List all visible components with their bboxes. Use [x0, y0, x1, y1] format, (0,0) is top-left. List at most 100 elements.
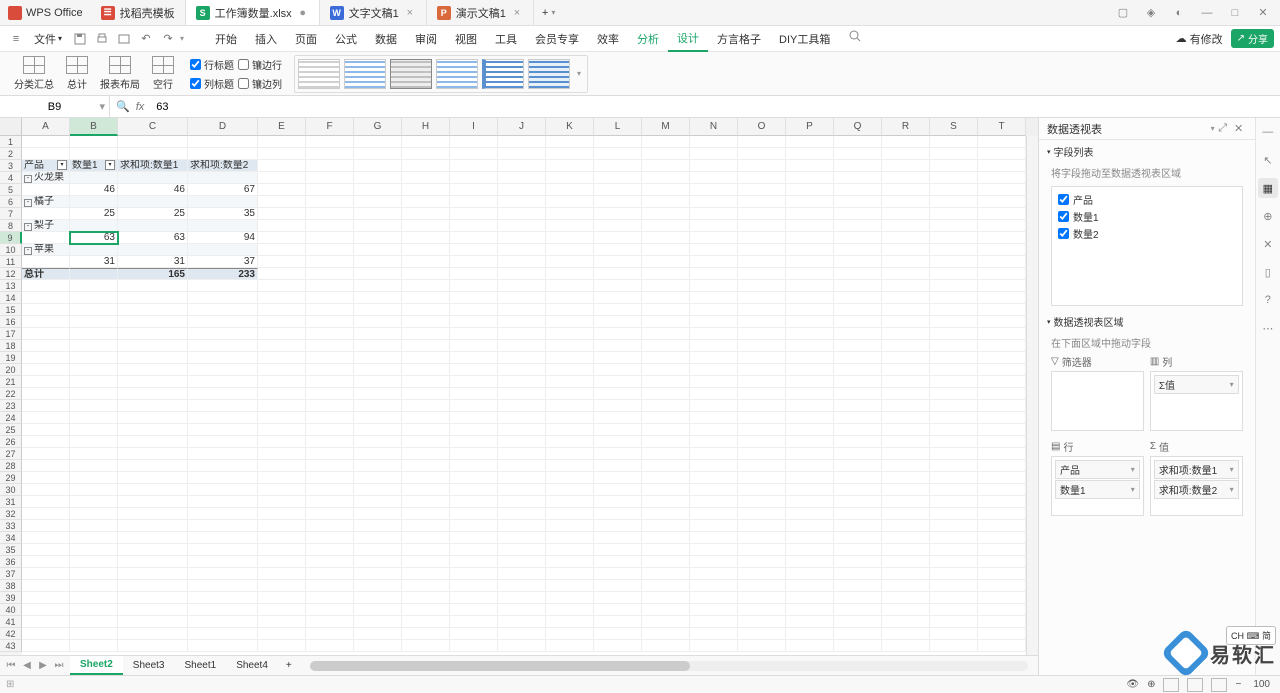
cell[interactable] [882, 628, 930, 640]
cell[interactable] [22, 256, 70, 268]
cell[interactable] [642, 388, 690, 400]
cell[interactable] [594, 160, 642, 172]
cell[interactable] [882, 376, 930, 388]
cell[interactable] [738, 268, 786, 280]
cell[interactable] [786, 520, 834, 532]
cell[interactable] [402, 148, 450, 160]
cell[interactable] [258, 604, 306, 616]
cell[interactable] [354, 280, 402, 292]
cell[interactable] [188, 280, 258, 292]
cell[interactable] [786, 604, 834, 616]
cell[interactable] [786, 400, 834, 412]
cell[interactable] [930, 280, 978, 292]
cell[interactable] [834, 520, 882, 532]
cell[interactable] [22, 544, 70, 556]
cell[interactable] [642, 196, 690, 208]
cell[interactable] [70, 220, 118, 232]
cell[interactable] [450, 304, 498, 316]
undo-icon[interactable]: ↶ [136, 29, 156, 49]
cell[interactable] [450, 472, 498, 484]
cell[interactable] [450, 448, 498, 460]
cell[interactable] [690, 268, 738, 280]
cell[interactable] [118, 616, 188, 628]
cell[interactable] [690, 460, 738, 472]
cell[interactable] [498, 592, 546, 604]
cell[interactable] [22, 616, 70, 628]
cell[interactable] [978, 268, 1026, 280]
col-header-H[interactable]: H [402, 118, 450, 136]
cells-grid[interactable]: 产品▾数量1▾求和项:数量1求和项:数量2-火龙果464667-橘子252535… [22, 136, 1026, 655]
cell[interactable] [594, 232, 642, 244]
cell[interactable] [930, 172, 978, 184]
cell[interactable] [834, 136, 882, 148]
cell[interactable] [306, 220, 354, 232]
cell[interactable] [690, 364, 738, 376]
cell[interactable] [70, 640, 118, 652]
tab-template[interactable]: ☰ 找稻壳模板 [91, 0, 186, 25]
layout-icon[interactable]: ▢ [1114, 4, 1132, 22]
cell[interactable] [882, 592, 930, 604]
cell[interactable] [258, 160, 306, 172]
cell[interactable] [498, 184, 546, 196]
col-header-checkbox[interactable]: 列标题 [190, 76, 234, 91]
menu-efficiency[interactable]: 效率 [588, 26, 628, 52]
cell[interactable] [594, 196, 642, 208]
cell[interactable] [402, 388, 450, 400]
cell[interactable] [930, 556, 978, 568]
cell[interactable] [738, 532, 786, 544]
cell[interactable] [690, 508, 738, 520]
cell[interactable] [22, 592, 70, 604]
cell[interactable] [188, 520, 258, 532]
cell[interactable] [402, 196, 450, 208]
search-icon[interactable] [845, 26, 865, 46]
cell[interactable] [786, 532, 834, 544]
cell[interactable] [786, 448, 834, 460]
row-header[interactable]: 18 [0, 340, 22, 352]
cell[interactable] [22, 316, 70, 328]
cell[interactable] [188, 220, 258, 232]
cell[interactable] [450, 280, 498, 292]
cell[interactable] [642, 448, 690, 460]
cell[interactable] [738, 136, 786, 148]
link-icon[interactable]: ⊕ [1258, 206, 1278, 226]
cell[interactable] [930, 340, 978, 352]
cell[interactable] [594, 388, 642, 400]
cell[interactable] [546, 436, 594, 448]
row-header[interactable]: 34 [0, 532, 22, 544]
cell[interactable] [594, 304, 642, 316]
cell[interactable] [22, 628, 70, 640]
cell[interactable] [402, 448, 450, 460]
cell[interactable] [450, 520, 498, 532]
cell[interactable] [258, 256, 306, 268]
menu-page[interactable]: 页面 [286, 26, 326, 52]
cell[interactable] [258, 472, 306, 484]
selected-cell[interactable]: 63 [70, 232, 118, 244]
cell[interactable] [978, 292, 1026, 304]
cell[interactable] [738, 220, 786, 232]
cell[interactable] [690, 640, 738, 652]
row-header[interactable]: 23 [0, 400, 22, 412]
cell[interactable] [834, 484, 882, 496]
cell[interactable] [22, 520, 70, 532]
cell[interactable] [882, 400, 930, 412]
col-header-E[interactable]: E [258, 118, 306, 136]
cell[interactable] [594, 436, 642, 448]
cell[interactable] [930, 136, 978, 148]
col-header-K[interactable]: K [546, 118, 594, 136]
close-panel-icon[interactable]: ✕ [1231, 122, 1247, 135]
cell[interactable] [978, 184, 1026, 196]
cell[interactable] [402, 520, 450, 532]
cell[interactable] [402, 592, 450, 604]
cell[interactable] [786, 508, 834, 520]
cell[interactable] [498, 496, 546, 508]
horizontal-scrollbar[interactable] [310, 661, 1028, 671]
cell[interactable] [306, 232, 354, 244]
cell[interactable] [786, 592, 834, 604]
cell[interactable] [70, 580, 118, 592]
cell[interactable] [70, 148, 118, 160]
cell[interactable] [22, 208, 70, 220]
cell[interactable] [930, 184, 978, 196]
cell[interactable] [354, 604, 402, 616]
cell[interactable] [70, 424, 118, 436]
row-header[interactable]: 17 [0, 328, 22, 340]
